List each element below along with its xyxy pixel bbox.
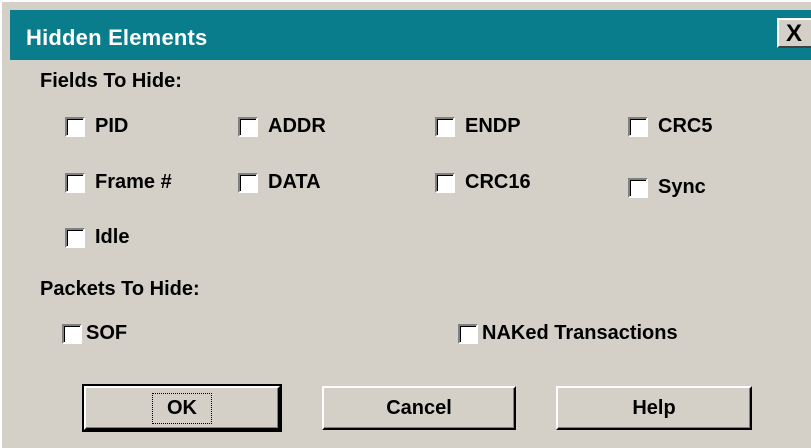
checkbox-sof[interactable]: SOF bbox=[62, 322, 127, 345]
title-bar[interactable]: Hidden Elements bbox=[10, 10, 811, 60]
checkbox-box[interactable] bbox=[628, 116, 648, 137]
checkbox-box[interactable] bbox=[435, 116, 455, 137]
checkbox-label: Frame # bbox=[95, 171, 172, 193]
ok-button[interactable]: OK bbox=[82, 384, 282, 432]
checkbox-box[interactable] bbox=[65, 116, 85, 137]
checkbox-box[interactable] bbox=[435, 172, 455, 193]
checkbox-box[interactable] bbox=[628, 177, 648, 198]
fields-to-hide-label: Fields To Hide: bbox=[40, 70, 182, 92]
checkbox-idle[interactable]: Idle bbox=[65, 226, 129, 249]
checkbox-box[interactable] bbox=[65, 227, 85, 248]
packets-to-hide-label: Packets To Hide: bbox=[40, 278, 200, 300]
checkbox-box[interactable] bbox=[238, 116, 258, 137]
checkbox-label: PID bbox=[95, 115, 129, 137]
help-button[interactable]: Help bbox=[556, 386, 752, 430]
checkbox-label: ENDP bbox=[465, 115, 521, 137]
checkbox-box[interactable] bbox=[62, 323, 82, 344]
checkbox-addr[interactable]: ADDR bbox=[238, 115, 326, 138]
cancel-button-label: Cancel bbox=[386, 396, 452, 419]
checkbox-crc5[interactable]: CRC5 bbox=[628, 115, 712, 138]
checkbox-box[interactable] bbox=[65, 172, 85, 193]
checkbox-box[interactable] bbox=[238, 172, 258, 193]
ok-button-label: OK bbox=[152, 392, 212, 424]
checkbox-label: Sync bbox=[658, 176, 706, 198]
checkbox-box[interactable] bbox=[458, 323, 478, 344]
help-button-label: Help bbox=[632, 396, 676, 419]
checkbox-label: DATA bbox=[268, 171, 321, 193]
checkbox-label: ADDR bbox=[268, 115, 326, 137]
checkbox-naked-transactions[interactable]: NAKed Transactions bbox=[458, 322, 678, 345]
checkbox-label: SOF bbox=[86, 322, 128, 344]
close-icon: X bbox=[786, 20, 803, 47]
checkbox-data[interactable]: DATA bbox=[238, 171, 321, 194]
checkbox-crc16[interactable]: CRC16 bbox=[435, 171, 531, 194]
checkbox-endp[interactable]: ENDP bbox=[435, 115, 521, 138]
checkbox-pid[interactable]: PID bbox=[65, 115, 128, 138]
checkbox-label: NAKed Transactions bbox=[482, 322, 678, 344]
checkbox-label: CRC5 bbox=[658, 115, 713, 137]
close-button[interactable]: X bbox=[777, 18, 811, 48]
hidden-elements-dialog: Hidden Elements X Fields To Hide: PID AD… bbox=[0, 0, 811, 448]
checkbox-label: Idle bbox=[95, 226, 130, 248]
checkbox-sync[interactable]: Sync bbox=[628, 176, 706, 199]
cancel-button[interactable]: Cancel bbox=[322, 386, 516, 430]
dialog-title: Hidden Elements bbox=[26, 25, 208, 50]
checkbox-frame-number[interactable]: Frame # bbox=[65, 171, 172, 194]
checkbox-label: CRC16 bbox=[465, 171, 531, 193]
